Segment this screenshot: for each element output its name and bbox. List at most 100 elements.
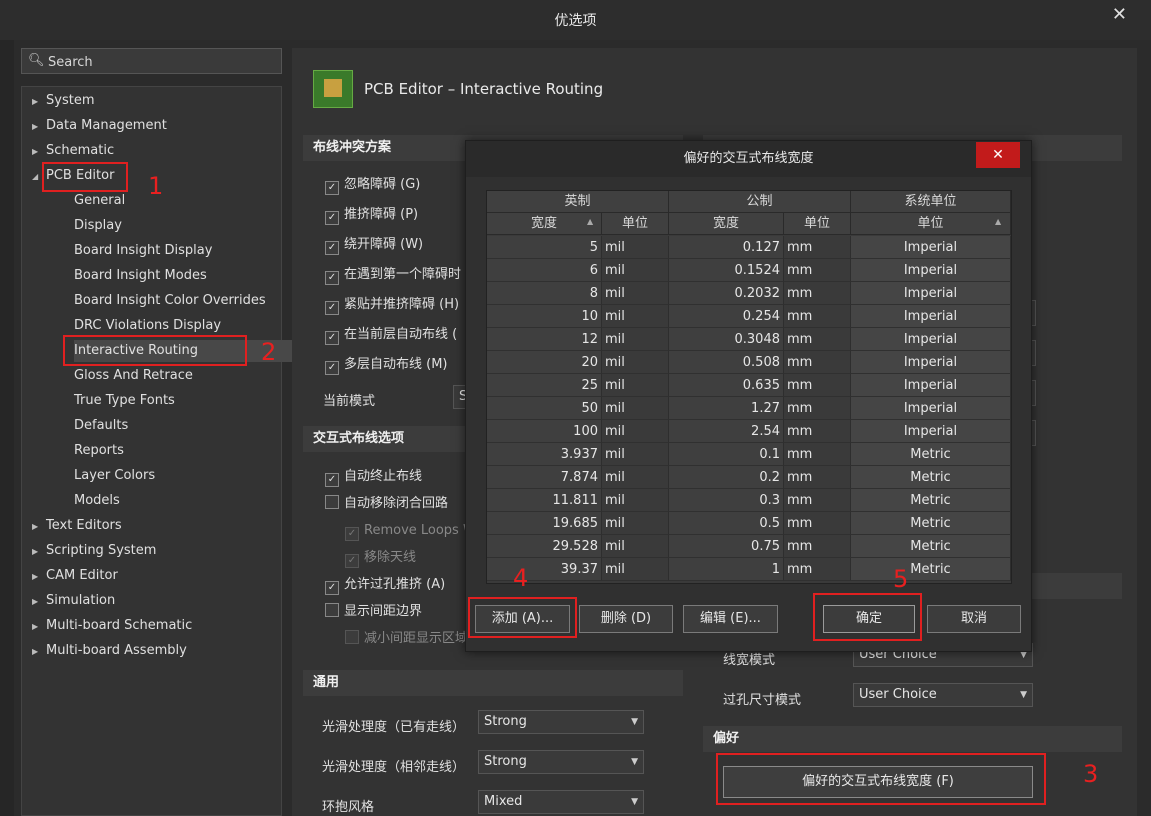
- conflict-option[interactable]: ✓ 忽略障碍 (G): [325, 175, 420, 195]
- checkbox-icon[interactable]: [325, 495, 339, 509]
- caret-right-icon: ▶: [32, 647, 39, 656]
- conflict-option[interactable]: ✓ 在遇到第一个障碍时: [325, 265, 461, 285]
- table-row[interactable]: 3.937 mil 0.1 mm Metric: [487, 443, 1011, 466]
- conflict-option[interactable]: ✓ 紧贴并推挤障碍 (H): [325, 295, 459, 315]
- tree-item-label: Multi-board Schematic: [46, 618, 193, 633]
- table-row[interactable]: 12 mil 0.3048 mm Imperial: [487, 328, 1011, 351]
- select-value: Mixed: [484, 794, 523, 809]
- tree-item-defaults[interactable]: Defaults: [74, 415, 128, 437]
- tree-item-system[interactable]: ▶ System: [32, 90, 94, 112]
- select-value: Strong: [484, 754, 527, 769]
- search-input[interactable]: [46, 52, 275, 72]
- tree-item-multi-board-assembly[interactable]: ▶ Multi-board Assembly: [32, 640, 187, 662]
- option-label: 减小间距显示区域: [364, 631, 469, 646]
- table-column-header[interactable]: 单位: [851, 213, 1011, 235]
- tree-item-display[interactable]: Display: [74, 215, 122, 237]
- tree-item-scripting-system[interactable]: ▶ Scripting System: [32, 540, 156, 562]
- option-label: 紧贴并推挤障碍 (H): [344, 297, 460, 312]
- tree-item-models[interactable]: Models: [74, 490, 120, 512]
- table-cell: Imperial: [851, 305, 1011, 328]
- edit-button[interactable]: 编辑 (E)...: [683, 605, 778, 633]
- checkbox-icon[interactable]: [325, 603, 339, 617]
- tree-item-simulation[interactable]: ▶ Simulation: [32, 590, 115, 612]
- table-row[interactable]: 5 mil 0.127 mm Imperial: [487, 236, 1011, 259]
- table-cell: 0.508: [669, 351, 784, 374]
- conflict-option[interactable]: ✓ 绕开障碍 (W): [325, 235, 423, 255]
- table-row[interactable]: 11.811 mil 0.3 mm Metric: [487, 489, 1011, 512]
- table-cell: 0.1524: [669, 259, 784, 282]
- conflict-option[interactable]: ✓ 多层自动布线 (M): [325, 355, 448, 375]
- via-mode-select[interactable]: User Choice ▼: [853, 683, 1033, 707]
- tree-item-reports[interactable]: Reports: [74, 440, 124, 462]
- checkbox-checked-icon[interactable]: ✓: [325, 181, 339, 195]
- dialog-close-button[interactable]: ✕: [976, 142, 1020, 168]
- table-column-header[interactable]: 单位: [784, 213, 851, 235]
- table-cell: Imperial: [851, 236, 1011, 259]
- checkbox-checked-icon[interactable]: ✓: [325, 331, 339, 345]
- conflict-option[interactable]: ✓ 推挤障碍 (P): [325, 205, 418, 225]
- table-cell: mil: [602, 259, 669, 282]
- table-column-header[interactable]: 宽度: [669, 213, 784, 235]
- interactive-option[interactable]: 自动移除闭合回路: [325, 494, 448, 514]
- table-cell: mil: [602, 558, 669, 581]
- table-row[interactable]: 50 mil 1.27 mm Imperial: [487, 397, 1011, 420]
- table-row[interactable]: 19.685 mil 0.5 mm Metric: [487, 512, 1011, 535]
- tree-item-multi-board-schematic[interactable]: ▶ Multi-board Schematic: [32, 615, 192, 637]
- search-box[interactable]: 🔍︎: [21, 48, 282, 74]
- tree-item-text-editors[interactable]: ▶ Text Editors: [32, 515, 122, 537]
- tree-item-board-insight-display[interactable]: Board Insight Display: [74, 240, 212, 262]
- interactive-option[interactable]: ✓ 允许过孔推挤 (A): [325, 575, 445, 595]
- table-cell: mil: [602, 443, 669, 466]
- conflict-option[interactable]: ✓ 在当前层自动布线 (: [325, 325, 457, 345]
- table-cell: mm: [784, 305, 851, 328]
- tree-item-label: Text Editors: [46, 518, 122, 533]
- checkbox-checked-icon[interactable]: ✓: [325, 211, 339, 225]
- tree-item-schematic[interactable]: ▶ Schematic: [32, 140, 114, 162]
- table-cell: mm: [784, 512, 851, 535]
- checkbox-checked-icon[interactable]: ✓: [325, 271, 339, 285]
- checkbox-checked-icon[interactable]: ✓: [325, 473, 339, 487]
- table-row[interactable]: 6 mil 0.1524 mm Imperial: [487, 259, 1011, 282]
- option-label: Remove Loops W: [364, 523, 476, 538]
- table-row[interactable]: 8 mil 0.2032 mm Imperial: [487, 282, 1011, 305]
- tree-item-board-insight-modes[interactable]: Board Insight Modes: [74, 265, 207, 287]
- table-column-header[interactable]: 单位: [602, 213, 669, 235]
- table-row[interactable]: 100 mil 2.54 mm Imperial: [487, 420, 1011, 443]
- cancel-button[interactable]: 取消: [927, 605, 1021, 633]
- checkbox-checked-icon[interactable]: ✓: [325, 301, 339, 315]
- table-column-header[interactable]: 宽度: [487, 213, 602, 235]
- table-cell: 1: [669, 558, 784, 581]
- section-pref: 偏好: [703, 726, 1122, 752]
- delete-button[interactable]: 删除 (D): [579, 605, 673, 633]
- table-row[interactable]: 7.874 mil 0.2 mm Metric: [487, 466, 1011, 489]
- table-row[interactable]: 25 mil 0.635 mm Imperial: [487, 374, 1011, 397]
- table-cell: 0.75: [669, 535, 784, 558]
- tree-item-board-insight-color-overrides[interactable]: Board Insight Color Overrides: [74, 290, 266, 312]
- general-select[interactable]: Strong ▼: [478, 750, 644, 774]
- table-row[interactable]: 29.528 mil 0.75 mm Metric: [487, 535, 1011, 558]
- checkbox-checked-icon[interactable]: ✓: [325, 361, 339, 375]
- tree-item-gloss-and-retrace[interactable]: Gloss And Retrace: [74, 365, 193, 387]
- current-mode-label: 当前模式: [323, 394, 376, 409]
- tree-item-layer-colors[interactable]: Layer Colors: [74, 465, 155, 487]
- tree-item-general[interactable]: General: [74, 190, 125, 212]
- table-cell: 0.127: [669, 236, 784, 259]
- close-icon[interactable]: ✕: [1112, 4, 1127, 25]
- checkbox-checked-icon[interactable]: ✓: [325, 581, 339, 595]
- pcb-editor-icon: [313, 70, 353, 108]
- table-cell: Metric: [851, 558, 1011, 581]
- table-row[interactable]: 20 mil 0.508 mm Imperial: [487, 351, 1011, 374]
- table-cell: mil: [602, 236, 669, 259]
- tree-item-data-management[interactable]: ▶ Data Management: [32, 115, 167, 137]
- tree-item-cam-editor[interactable]: ▶ CAM Editor: [32, 565, 118, 587]
- interactive-option[interactable]: 显示间距边界: [325, 602, 422, 622]
- sort-up-icon: ▲: [995, 217, 1002, 226]
- tree-item-true-type-fonts[interactable]: True Type Fonts: [74, 390, 175, 412]
- general-select[interactable]: Strong ▼: [478, 710, 644, 734]
- tree-item-drc-violations-display[interactable]: DRC Violations Display: [74, 315, 221, 337]
- table-row[interactable]: 39.37 mil 1 mm Metric: [487, 558, 1011, 581]
- checkbox-checked-icon[interactable]: ✓: [325, 241, 339, 255]
- interactive-option[interactable]: ✓ 自动终止布线: [325, 467, 422, 487]
- table-row[interactable]: 10 mil 0.254 mm Imperial: [487, 305, 1011, 328]
- general-select[interactable]: Mixed ▼: [478, 790, 644, 814]
